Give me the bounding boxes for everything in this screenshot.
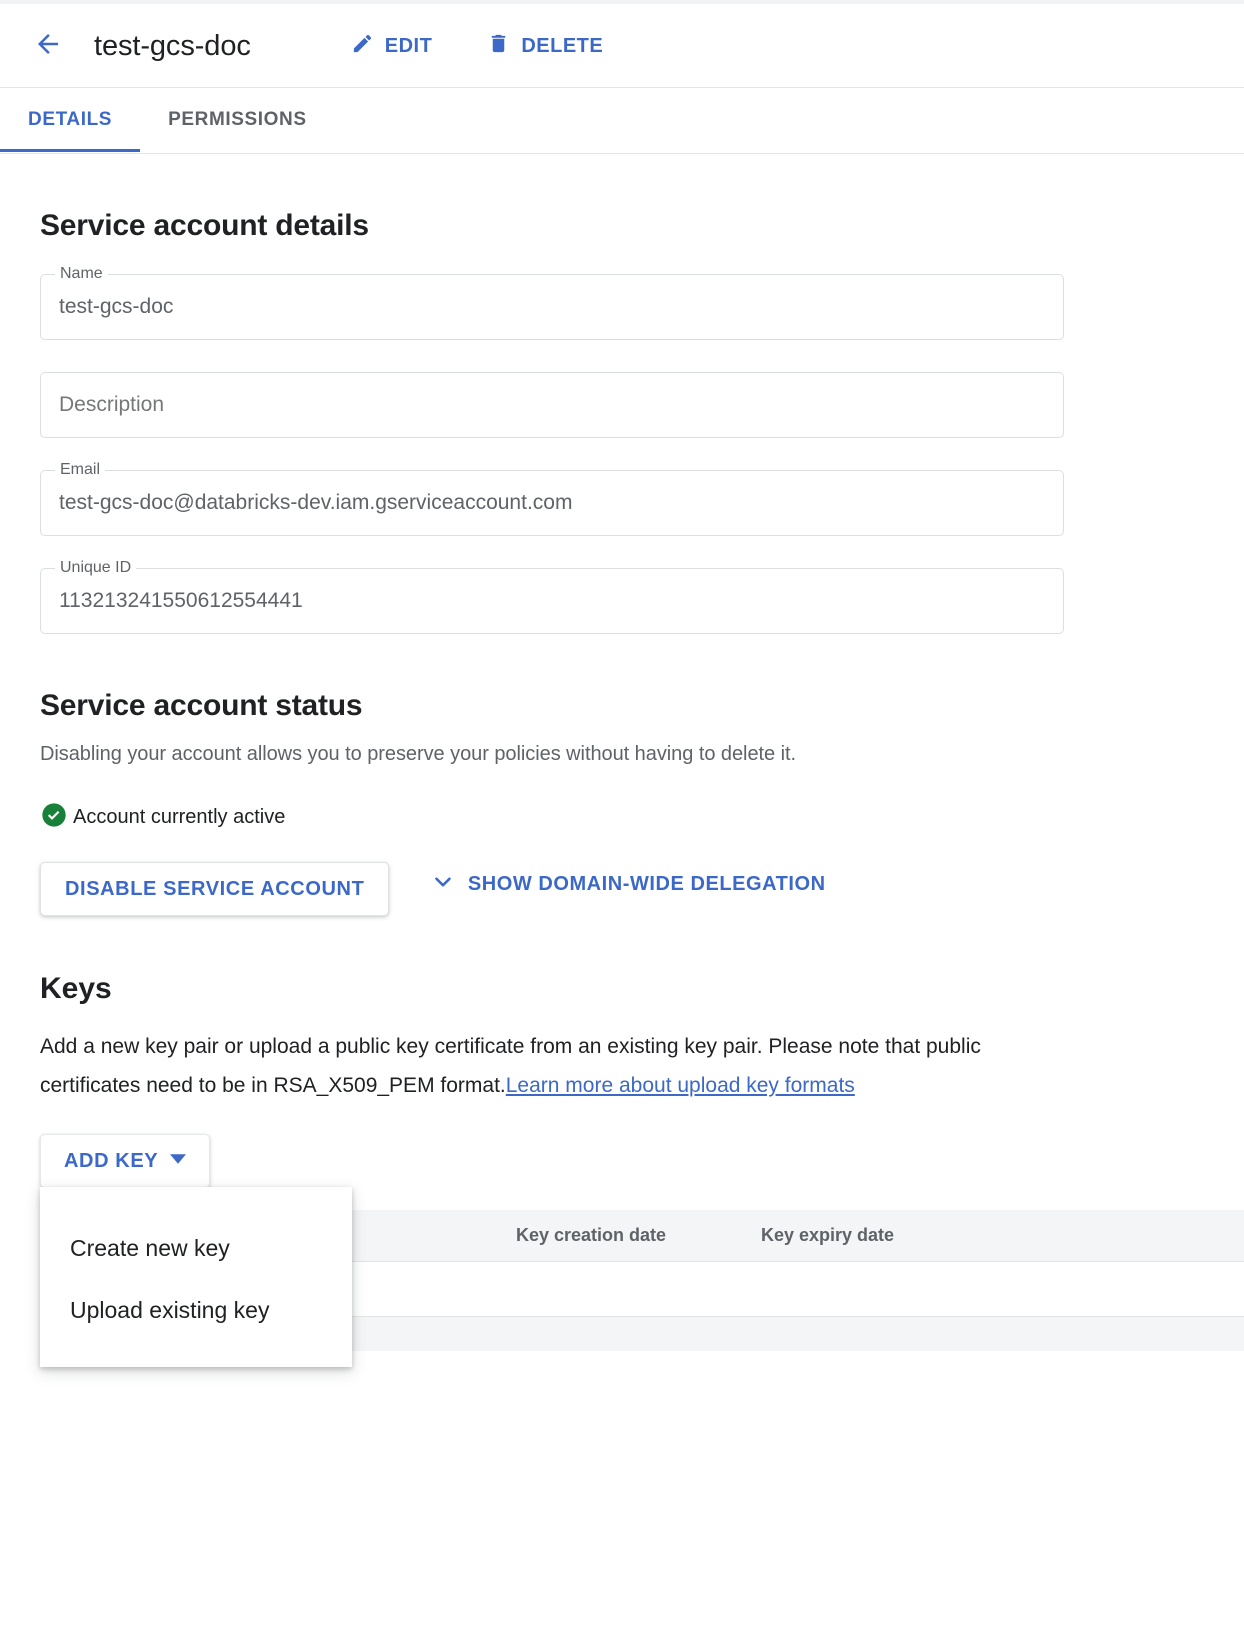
disable-service-account-button[interactable]: DISABLE SERVICE ACCOUNT <box>40 862 390 916</box>
delete-button[interactable]: DELETE <box>487 32 603 60</box>
description-field[interactable]: Description <box>40 372 1064 438</box>
pencil-icon <box>351 32 374 60</box>
unique-id-field-value: 113213241550612554441 <box>59 589 303 612</box>
email-field-value: test-gcs-doc@databricks-dev.iam.gservice… <box>59 491 573 514</box>
add-key-button[interactable]: ADD KEY <box>40 1134 211 1188</box>
keys-col-creation-date: Key creation date <box>516 1225 667 1245</box>
status-badge: Account currently active <box>40 801 1244 834</box>
back-button[interactable] <box>24 22 72 70</box>
chevron-down-icon <box>430 869 456 901</box>
status-description: Disabling your account allows you to pre… <box>40 743 797 765</box>
keys-heading: Keys <box>40 972 112 1005</box>
menu-item-upload-existing-key[interactable]: Upload existing key <box>40 1279 352 1341</box>
details-panel: Service account details Name test-gcs-do… <box>0 154 1244 1367</box>
page-header: test-gcs-doc EDIT DELETE <box>0 4 1244 88</box>
keys-description: Add a new key pair or upload a public ke… <box>40 1027 1000 1105</box>
show-domain-wide-delegation-label: SHOW DOMAIN-WIDE DELEGATION <box>467 873 826 895</box>
show-domain-wide-delegation-toggle[interactable]: SHOW DOMAIN-WIDE DELEGATION <box>430 869 826 901</box>
page-title: test-gcs-doc <box>94 29 251 62</box>
service-account-detail-page: test-gcs-doc EDIT DELETE DETAILS PERMISS… <box>0 0 1244 1626</box>
add-key-label: ADD KEY <box>64 1149 159 1172</box>
header-actions: EDIT DELETE <box>351 32 658 60</box>
tab-permissions[interactable]: PERMISSIONS <box>140 88 335 152</box>
service-account-status-heading: Service account status <box>40 689 363 722</box>
service-account-details-heading: Service account details <box>40 209 369 242</box>
add-key-menu: Create new key Upload existing key <box>40 1187 352 1367</box>
keys-col-expiry-date: Key expiry date <box>761 1225 895 1245</box>
trash-icon <box>487 32 510 60</box>
description-field-placeholder: Description <box>59 393 165 416</box>
edit-button[interactable]: EDIT <box>351 32 433 60</box>
menu-item-create-new-key[interactable]: Create new key <box>40 1217 352 1279</box>
name-field[interactable]: Name test-gcs-doc <box>40 264 1064 340</box>
name-field-value: test-gcs-doc <box>59 295 174 318</box>
arrow-left-icon <box>33 29 63 64</box>
email-field[interactable]: Email test-gcs-doc@databricks-dev.iam.gs… <box>40 460 1064 536</box>
delete-label: DELETE <box>521 34 604 57</box>
learn-more-upload-key-formats-link[interactable]: Learn more about upload key formats <box>506 1074 855 1097</box>
caret-down-icon <box>170 1150 187 1173</box>
check-circle-icon <box>40 801 68 834</box>
tab-bar: DETAILS PERMISSIONS <box>0 88 1244 154</box>
tab-details[interactable]: DETAILS <box>0 88 141 152</box>
status-badge-label: Account currently active <box>73 806 286 828</box>
unique-id-field[interactable]: Unique ID 113213241550612554441 <box>40 558 1064 634</box>
edit-label: EDIT <box>384 34 433 57</box>
